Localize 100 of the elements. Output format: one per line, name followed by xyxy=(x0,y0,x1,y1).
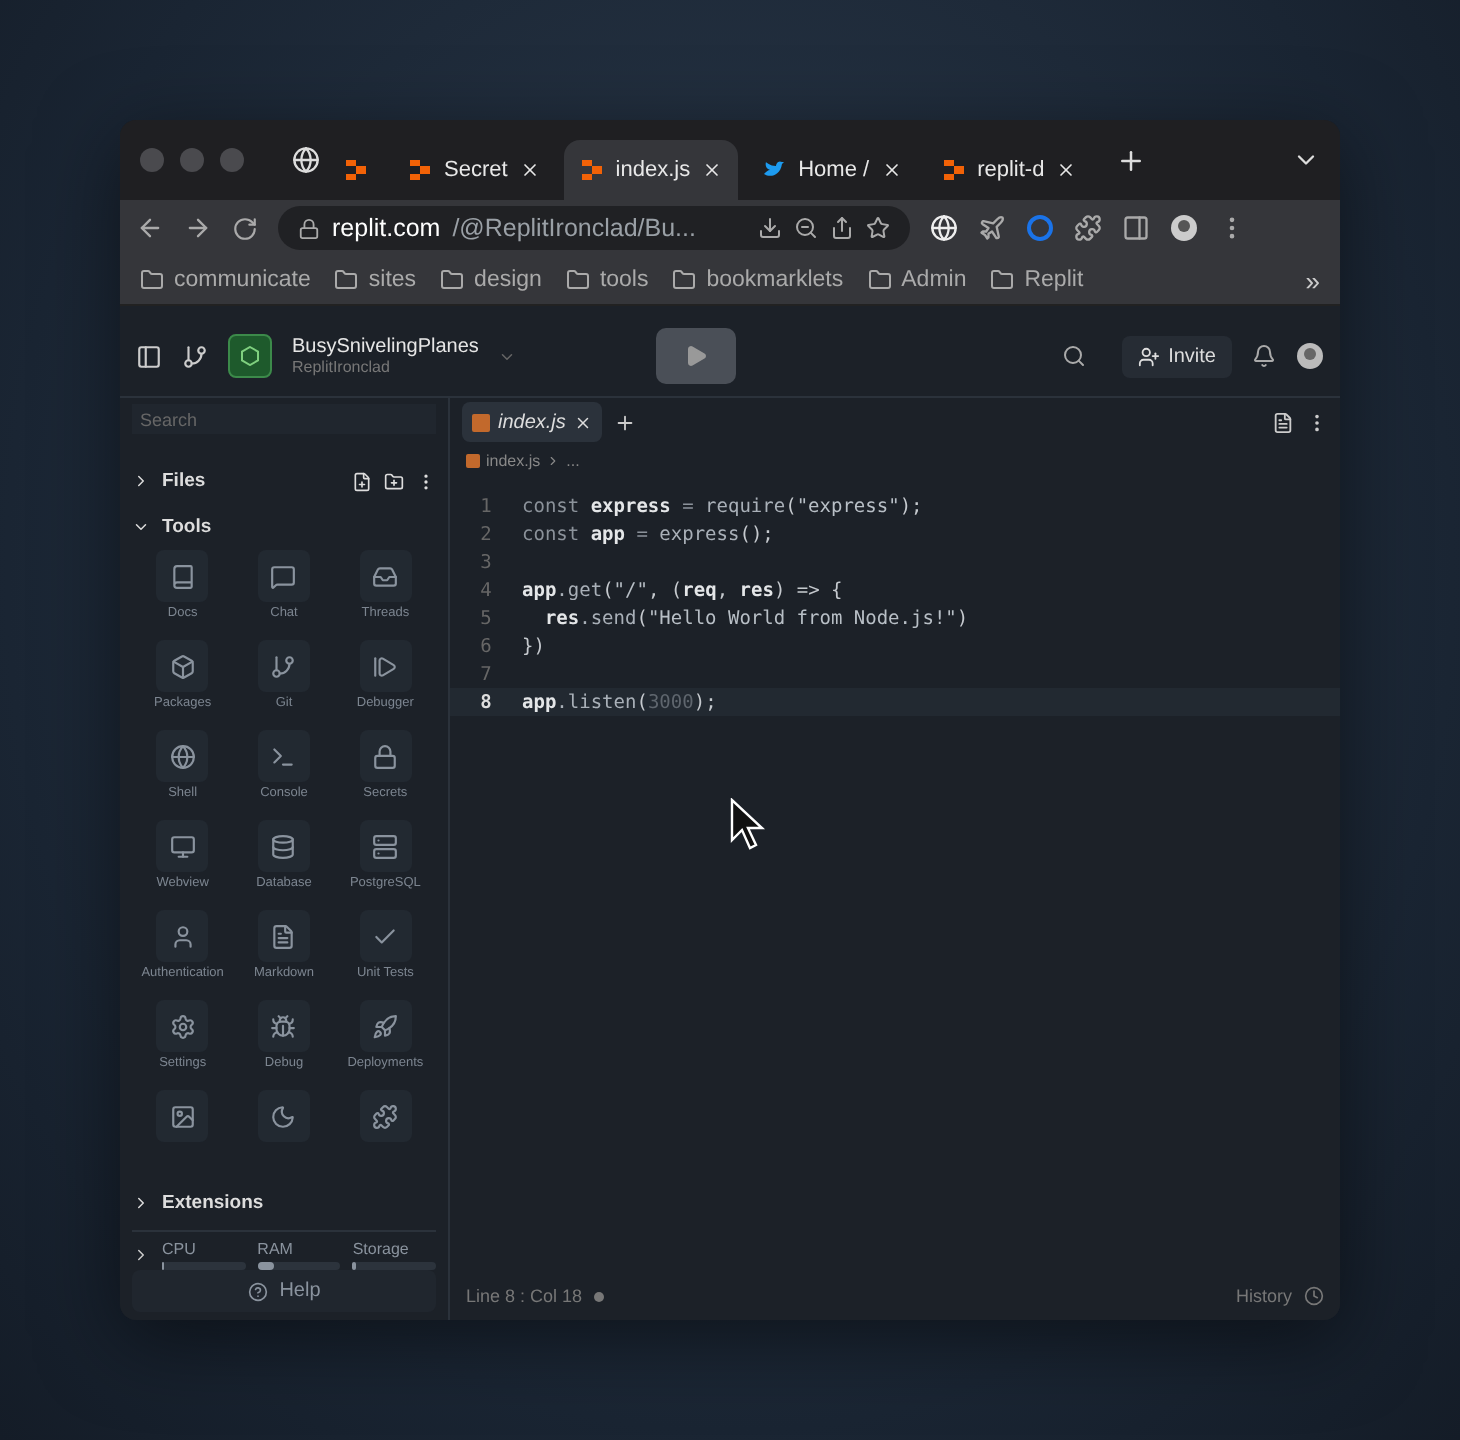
folder-icon[interactable] xyxy=(440,268,465,292)
url-host: replit.com xyxy=(332,214,441,242)
bookmark-folder[interactable]: bookmarklets xyxy=(706,268,844,292)
code-editor[interactable]: 1 const express = require("express"); 2 const app = express(); 3 4 app.get("/", (req, res) => { 5 res.send("Hello World from Node.js!") 6 }) 7 8 app.listen(3000); xyxy=(450,492,1340,716)
settings-icon[interactable] xyxy=(156,1000,209,1053)
folder-icon[interactable] xyxy=(672,268,697,292)
avatar-icon[interactable] xyxy=(1296,342,1324,370)
close-icon[interactable] xyxy=(1056,160,1077,180)
play-icon xyxy=(684,344,709,368)
invite-button[interactable]: Invite xyxy=(1122,335,1232,377)
section-header[interactable]: Files xyxy=(162,470,340,493)
search-icon[interactable] xyxy=(1062,344,1087,368)
chevron-right-icon[interactable] xyxy=(132,1194,150,1213)
reload-icon[interactable] xyxy=(232,215,258,241)
git-branch-icon[interactable] xyxy=(257,640,310,693)
close-icon[interactable] xyxy=(702,160,723,180)
url-path: /@ReplitIronclad/Bu... xyxy=(452,214,696,242)
avatar-icon[interactable] xyxy=(1170,214,1198,242)
more-bookmarks[interactable]: » xyxy=(1305,265,1320,295)
search-field[interactable]: Search xyxy=(132,404,436,435)
resource-meter xyxy=(352,1262,437,1271)
bookmark-folder[interactable]: sites xyxy=(368,268,417,292)
chevron-right-icon[interactable] xyxy=(132,472,150,491)
line-number: 5 xyxy=(478,607,494,629)
code-line: app.get("/", (req, res) => { xyxy=(522,579,843,601)
globe-icon[interactable] xyxy=(930,214,958,242)
branch-icon[interactable] xyxy=(182,343,208,369)
breadcrumb-item[interactable]: ... xyxy=(566,452,580,470)
lock-icon[interactable] xyxy=(359,730,412,783)
editor-tab[interactable]: index.js xyxy=(462,402,602,442)
bookmark-folder[interactable]: design xyxy=(474,268,542,292)
step-forward-icon[interactable] xyxy=(359,640,412,693)
section-header[interactable]: Tools xyxy=(162,516,436,539)
chat-icon[interactable] xyxy=(257,550,310,603)
circle-icon[interactable] xyxy=(1026,214,1054,242)
file-text-icon[interactable] xyxy=(257,910,310,963)
folder-icon[interactable] xyxy=(334,268,359,292)
image-icon[interactable] xyxy=(156,1090,209,1143)
bug-icon[interactable] xyxy=(257,1000,310,1053)
download-icon[interactable] xyxy=(758,216,782,240)
folder-icon[interactable] xyxy=(140,268,164,292)
inbox-icon[interactable] xyxy=(359,550,412,603)
help-icon xyxy=(247,1281,268,1302)
book-icon[interactable] xyxy=(156,550,209,603)
clock-icon[interactable] xyxy=(1304,1286,1324,1306)
line-number: 6 xyxy=(478,635,494,657)
new-folder-icon[interactable] xyxy=(384,471,404,492)
close-icon[interactable] xyxy=(881,160,902,180)
side-panel-icon[interactable] xyxy=(1122,214,1150,242)
rocket-icon[interactable] xyxy=(359,1000,412,1053)
help-button[interactable]: Help xyxy=(132,1270,436,1313)
address-bar[interactable]: replit.com /@ReplitIronclad/Bu... xyxy=(278,206,910,250)
close-icon[interactable] xyxy=(573,413,592,431)
zoom-icon[interactable] xyxy=(794,216,818,240)
bookmark-folder[interactable]: tools xyxy=(599,268,649,292)
browser-tab[interactable]: Home / xyxy=(746,140,918,200)
code-line: const app = express(); xyxy=(522,523,774,545)
bell-icon[interactable] xyxy=(1252,344,1276,368)
run-button[interactable] xyxy=(656,328,737,384)
forward-icon[interactable] xyxy=(184,214,212,242)
folder-icon[interactable] xyxy=(867,268,892,292)
globe-icon[interactable] xyxy=(156,730,209,783)
section-header[interactable]: Extensions xyxy=(162,1192,264,1215)
terminal-icon[interactable] xyxy=(257,730,310,783)
bookmark-folder[interactable]: Admin xyxy=(901,268,967,292)
chevron-right-icon[interactable] xyxy=(132,1246,150,1265)
lock-icon xyxy=(298,217,320,239)
browser-tab[interactable]: Secret xyxy=(392,140,556,200)
folder-icon[interactable] xyxy=(990,268,1015,292)
share-icon[interactable] xyxy=(830,216,854,240)
breadcrumb-item[interactable]: index.js xyxy=(486,452,541,470)
project-name[interactable]: BusySnivelingPlanes xyxy=(292,336,479,358)
new-tab-icon[interactable] xyxy=(613,411,636,433)
user-icon[interactable] xyxy=(156,910,209,963)
browser-tab[interactable]: replit-d xyxy=(925,140,1093,200)
nodejs-logo-icon xyxy=(228,334,272,378)
folder-icon[interactable] xyxy=(565,268,590,292)
check-icon[interactable] xyxy=(359,910,412,963)
new-tab-icon[interactable] xyxy=(1116,145,1147,175)
back-icon[interactable] xyxy=(136,214,164,242)
database-icon[interactable] xyxy=(257,820,310,873)
bookmark-folder[interactable]: Replit xyxy=(1024,268,1084,292)
airplane-icon[interactable] xyxy=(978,214,1006,242)
moon-icon[interactable] xyxy=(257,1090,310,1143)
box-icon[interactable] xyxy=(156,640,209,693)
server-icon[interactable] xyxy=(359,820,412,873)
history-link[interactable]: History xyxy=(1235,1286,1292,1306)
puzzle-icon[interactable] xyxy=(359,1090,412,1143)
new-file-icon[interactable] xyxy=(352,471,372,492)
sidebar-toggle-icon[interactable] xyxy=(136,343,162,369)
close-icon[interactable] xyxy=(519,160,540,180)
code-line: const express = require("express"); xyxy=(522,495,923,517)
globe-icon[interactable] xyxy=(292,146,320,174)
code-line: res.send("Hello World from Node.js!") xyxy=(542,607,969,629)
monitor-icon[interactable] xyxy=(156,820,209,873)
puzzle-icon[interactable] xyxy=(1074,214,1102,242)
document-icon[interactable] xyxy=(1272,411,1294,433)
star-icon[interactable] xyxy=(866,216,890,240)
browser-tab[interactable]: index.js xyxy=(563,140,739,200)
bookmark-folder[interactable]: communicate xyxy=(174,268,311,292)
